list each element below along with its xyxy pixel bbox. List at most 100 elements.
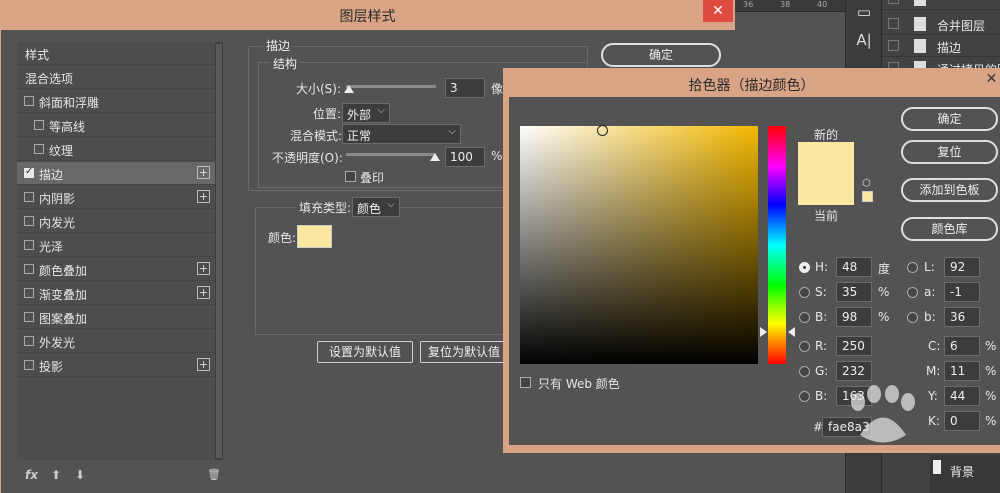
- current-color-swatch[interactable]: [798, 175, 854, 205]
- style-checkbox[interactable]: [24, 264, 34, 274]
- background-layer-row[interactable]: 背景: [930, 455, 1000, 493]
- layer-style-titlebar[interactable]: 图层样式 ✕: [0, 0, 735, 30]
- color-field[interactable]: [520, 126, 758, 364]
- style-checkbox[interactable]: [34, 120, 44, 130]
- opacity-slider-thumb[interactable]: [430, 153, 440, 161]
- hue-radio[interactable]: [799, 262, 810, 273]
- color-picker-ok-button[interactable]: 确定: [901, 107, 998, 131]
- size-input[interactable]: 3: [445, 78, 485, 98]
- red-radio[interactable]: [799, 341, 810, 352]
- style-item[interactable]: 纹理: [17, 138, 215, 161]
- lab-a-radio[interactable]: [907, 287, 918, 298]
- hue-input[interactable]: 48: [836, 257, 872, 277]
- red-input[interactable]: 250: [836, 336, 872, 356]
- web-safe-swatch[interactable]: [862, 191, 873, 202]
- overprint-checkbox[interactable]: [345, 171, 356, 182]
- structure-title: 结构: [270, 55, 301, 72]
- cyan-label: C:: [928, 339, 941, 353]
- blend-mode-select[interactable]: 正常 ⌵: [342, 124, 461, 144]
- add-style-plus-icon[interactable]: +: [197, 286, 210, 299]
- style-item[interactable]: 等高线: [17, 114, 215, 137]
- color-picker-reset-button[interactable]: 复位: [901, 140, 998, 164]
- layer-style-ok-button[interactable]: 确定: [601, 43, 721, 67]
- opacity-label: 不透明度(O):: [272, 151, 343, 165]
- style-checkbox[interactable]: [24, 216, 34, 226]
- style-item[interactable]: 渐变叠加 +: [17, 282, 215, 305]
- layer-row[interactable]: [882, 0, 1000, 10]
- add-style-plus-icon[interactable]: +: [197, 166, 210, 179]
- lab-b-input[interactable]: 36: [944, 307, 980, 327]
- style-checkbox[interactable]: [24, 96, 34, 106]
- green-radio[interactable]: [799, 366, 810, 377]
- style-list-header[interactable]: 样式: [17, 42, 215, 65]
- style-item[interactable]: 外发光: [17, 330, 215, 353]
- tool-button[interactable]: ▭: [852, 0, 876, 24]
- style-item[interactable]: 颜色叠加 +: [17, 258, 215, 281]
- position-select[interactable]: 外部 ⌵: [342, 103, 390, 123]
- visibility-icon[interactable]: [888, 18, 899, 29]
- lab-l-input[interactable]: 92: [944, 257, 980, 277]
- lab-b-radio[interactable]: [907, 312, 918, 323]
- close-icon[interactable]: ✕: [983, 68, 1000, 90]
- style-checkbox[interactable]: [24, 336, 34, 346]
- style-checkbox[interactable]: [24, 312, 34, 322]
- style-item[interactable]: 投影 +: [17, 354, 215, 377]
- opacity-slider[interactable]: [346, 153, 436, 156]
- list-scrollbar-thumb[interactable]: [216, 44, 222, 458]
- layer-row[interactable]: 合并图层: [882, 13, 1000, 35]
- saturation-radio[interactable]: [799, 287, 810, 298]
- visibility-icon[interactable]: [888, 40, 899, 51]
- visibility-icon[interactable]: [888, 0, 899, 4]
- color-libraries-button[interactable]: 颜色库: [901, 217, 998, 241]
- green-input[interactable]: 232: [836, 361, 872, 381]
- fx-icon[interactable]: fx: [25, 468, 38, 482]
- size-slider[interactable]: [346, 85, 436, 88]
- cyan-input[interactable]: 6: [944, 336, 980, 356]
- trash-icon[interactable]: 🗑: [207, 468, 221, 481]
- style-item[interactable]: 斜面和浮雕: [17, 90, 215, 113]
- add-style-plus-icon[interactable]: +: [197, 358, 210, 371]
- style-checkbox[interactable]: [34, 144, 44, 154]
- close-icon[interactable]: ✕: [703, 0, 733, 22]
- layer-label: 背景: [950, 465, 975, 479]
- magenta-input[interactable]: 11: [944, 361, 980, 381]
- color-field-cursor[interactable]: [597, 125, 608, 136]
- style-list-toolbar: fx ⬆ ⬇ 🗑: [17, 460, 223, 493]
- hue-slider[interactable]: [768, 126, 786, 364]
- opacity-input[interactable]: 100: [445, 147, 485, 167]
- blend-options-item[interactable]: 混合选项: [17, 66, 215, 89]
- style-checkbox[interactable]: [24, 288, 34, 298]
- lab-b-label: b:: [924, 310, 936, 324]
- type-tool-icon[interactable]: A|: [852, 28, 876, 52]
- style-item[interactable]: 内发光: [17, 210, 215, 233]
- add-style-plus-icon[interactable]: +: [197, 262, 210, 275]
- style-checkbox[interactable]: [24, 240, 34, 250]
- hue-slider-left-arrow[interactable]: [760, 327, 767, 337]
- set-default-button[interactable]: 设置为默认值: [317, 341, 413, 363]
- size-slider-thumb[interactable]: [344, 85, 354, 93]
- lab-a-input[interactable]: -1: [944, 282, 980, 302]
- layer-row[interactable]: 描边: [882, 35, 1000, 57]
- saturation-input[interactable]: 35: [836, 282, 872, 302]
- web-only-checkbox[interactable]: [520, 377, 531, 388]
- style-checkbox[interactable]: [24, 166, 34, 178]
- style-item[interactable]: 光泽: [17, 234, 215, 257]
- brightness-radio[interactable]: [799, 312, 810, 323]
- move-down-icon[interactable]: ⬇: [75, 468, 85, 482]
- move-up-icon[interactable]: ⬆: [51, 468, 61, 482]
- reset-default-button[interactable]: 复位为默认值: [420, 341, 508, 363]
- ruler-tick: 40: [817, 0, 828, 9]
- style-item[interactable]: 描边 +: [17, 162, 215, 185]
- style-item[interactable]: 内阴影 +: [17, 186, 215, 209]
- hue-slider-right-arrow[interactable]: [788, 327, 795, 337]
- fill-type-select[interactable]: 颜色 ⌵: [352, 197, 400, 217]
- style-item[interactable]: 图案叠加: [17, 306, 215, 329]
- style-checkbox[interactable]: [24, 192, 34, 202]
- add-to-swatches-button[interactable]: 添加到色板: [901, 178, 998, 202]
- brightness-input[interactable]: 98: [836, 307, 872, 327]
- fill-color-swatch[interactable]: [297, 225, 332, 248]
- cube-icon[interactable]: ⬡: [862, 178, 871, 189]
- lab-l-radio[interactable]: [907, 262, 918, 273]
- add-style-plus-icon[interactable]: +: [197, 190, 210, 203]
- style-checkbox[interactable]: [24, 360, 34, 370]
